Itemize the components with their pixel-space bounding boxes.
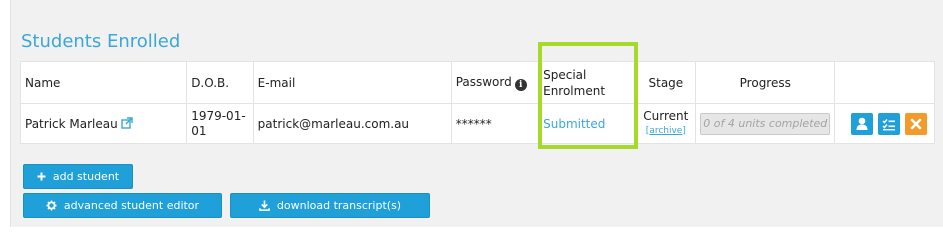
stage-value: Current <box>643 108 689 123</box>
header-name: Name <box>19 61 188 104</box>
cell-password: ****** <box>450 103 540 144</box>
dob-line2: 01 <box>191 123 207 138</box>
info-icon[interactable]: i <box>514 78 527 91</box>
external-link-icon[interactable] <box>121 116 133 129</box>
plus-icon <box>37 172 46 181</box>
advanced-student-editor-button[interactable]: advanced student editor <box>23 193 222 218</box>
checklist-icon <box>882 118 896 130</box>
header-special-enrolment: Special Enrolment <box>538 61 637 104</box>
download-icon <box>259 200 270 211</box>
cell-progress: 0 of 4 units completed <box>695 103 836 144</box>
archive-link[interactable]: archive <box>649 126 682 136</box>
table-row: Patrick Marleau 1979-01- 01 patrick@marl… <box>19 103 935 144</box>
special-enrolment-status-link[interactable]: Submitted <box>543 117 605 131</box>
add-student-button[interactable]: add student <box>23 164 133 189</box>
section-title: Students Enrolled <box>21 31 181 52</box>
gear-icon <box>46 200 57 211</box>
cell-name: Patrick Marleau <box>19 103 188 144</box>
advanced-student-editor-label: advanced student editor <box>63 199 200 212</box>
add-student-label: add student <box>52 170 120 183</box>
header-progress: Progress <box>695 61 836 104</box>
cell-special-enrolment: Submitted <box>538 103 637 144</box>
cell-email: patrick@marleau.com.au <box>252 103 452 144</box>
table-header-row: Name D.O.B. E-mail Password i Special Enr… <box>19 61 935 104</box>
edit-units-button[interactable] <box>878 112 901 135</box>
archive-close-bracket: ] <box>682 125 686 136</box>
user-icon <box>856 117 868 130</box>
dob-line1: 1979-01- <box>191 108 246 123</box>
cell-dob: 1979-01- 01 <box>186 103 254 144</box>
header-dob: D.O.B. <box>186 61 254 104</box>
header-email: E-mail <box>252 61 452 104</box>
download-transcripts-button[interactable]: download transcript(s) <box>230 193 430 218</box>
cell-stage: Current [archive] <box>635 103 697 144</box>
download-transcripts-label: download transcript(s) <box>276 199 402 212</box>
header-actions <box>834 61 935 104</box>
header-password-label: Password <box>455 74 512 89</box>
students-table: Name D.O.B. E-mail Password i Special Enr… <box>19 61 935 144</box>
cell-actions <box>834 103 935 144</box>
header-special-line1: Special <box>543 67 587 82</box>
header-special-line2: Enrolment <box>543 83 606 98</box>
progress-indicator: 0 of 4 units completed <box>700 112 831 135</box>
student-name: Patrick Marleau <box>25 116 118 131</box>
view-student-button[interactable] <box>851 112 874 135</box>
delete-student-button[interactable] <box>905 112 927 135</box>
header-password: Password i <box>450 61 540 104</box>
close-icon <box>910 118 922 129</box>
header-stage: Stage <box>635 61 697 104</box>
